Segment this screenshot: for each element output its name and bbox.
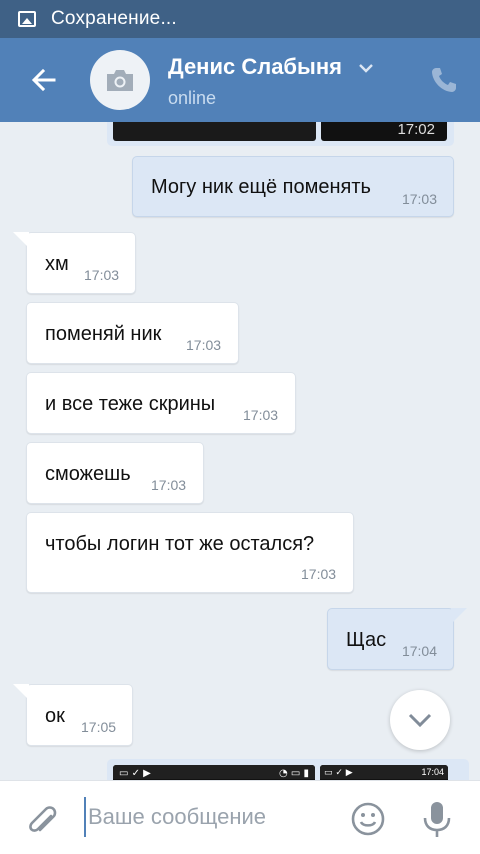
message-text: чтобы логин тот же остался?: [45, 533, 315, 555]
message-text: хм: [45, 253, 69, 275]
message-outgoing[interactable]: Щас 17:04: [327, 608, 467, 670]
message-time: 17:03: [301, 566, 337, 582]
screenshot-thumbnail[interactable]: ▭ ✓ ▶ 17:04: [320, 765, 448, 780]
screenshot-thumbnail[interactable]: ▭ ✓ ▶ ◔ ▭ ▮: [113, 765, 315, 780]
message-input[interactable]: [84, 797, 334, 837]
message-time: 17:03: [243, 407, 279, 423]
message-time: 17:03: [151, 477, 187, 493]
microphone-icon: [423, 802, 451, 837]
message-time: 17:03: [401, 191, 437, 207]
message-composer: [0, 780, 480, 854]
message-outgoing[interactable]: Могу ник ещё поменять 17:03: [132, 156, 454, 217]
message-text: ок: [45, 705, 65, 727]
message-text: Щас: [346, 629, 387, 651]
contact-status: online: [168, 88, 217, 108]
voice-message-button[interactable]: [420, 799, 454, 839]
camera-icon: [107, 70, 133, 91]
status-text: Сохранение...: [51, 8, 177, 29]
attach-button[interactable]: [22, 799, 60, 837]
back-button[interactable]: [26, 62, 62, 98]
smile-icon: [351, 802, 385, 836]
chevron-down-icon[interactable]: [356, 58, 376, 78]
arrow-left-icon: [31, 68, 56, 92]
message-time: 17:04: [401, 643, 437, 659]
thumbnail-time: 17:02: [397, 122, 435, 138]
chevron-down-icon: [408, 713, 432, 728]
chat-header: Денис Слабыня online: [0, 38, 480, 122]
message-incoming[interactable]: сможешь 17:03: [26, 442, 204, 504]
emoji-button[interactable]: [350, 801, 386, 837]
contact-name[interactable]: Денис Слабыня: [168, 54, 342, 80]
paperclip-icon: [29, 806, 57, 832]
message-text: Могу ник ещё поменять: [151, 176, 371, 198]
screenshot-thumbnail[interactable]: [113, 122, 316, 141]
phone-icon: [432, 68, 456, 92]
image-icon: [18, 11, 36, 27]
call-button[interactable]: [428, 64, 460, 96]
message-text: и все теже скрины: [45, 393, 216, 415]
message-incoming[interactable]: поменяй ник 17:03: [26, 302, 239, 364]
scroll-to-bottom-button[interactable]: [390, 690, 450, 750]
status-bar: Сохранение...: [0, 0, 480, 38]
message-incoming[interactable]: ок 17:05: [13, 684, 133, 746]
photo-attachment[interactable]: 17:02: [107, 122, 454, 146]
message-list[interactable]: 17:02 Могу ник ещё поменять 17:03 хм 17:…: [0, 122, 480, 780]
avatar[interactable]: [90, 50, 150, 110]
message-incoming[interactable]: и все теже скрины 17:03: [26, 372, 296, 434]
screenshot-thumbnail[interactable]: 17:02: [321, 122, 447, 141]
thumbnail-time: 17:04: [421, 767, 444, 777]
message-time: 17:03: [84, 267, 120, 283]
message-time: 17:03: [186, 337, 222, 353]
photo-attachment[interactable]: ▭ ✓ ▶ ◔ ▭ ▮ ▭ ✓ ▶ 17:04: [107, 759, 469, 780]
message-text: поменяй ник: [45, 323, 162, 345]
message-text: сможешь: [45, 463, 131, 485]
message-time: 17:05: [81, 719, 117, 735]
message-incoming[interactable]: хм 17:03: [13, 232, 136, 294]
message-incoming[interactable]: чтобы логин тот же остался? 17:03: [26, 512, 354, 593]
